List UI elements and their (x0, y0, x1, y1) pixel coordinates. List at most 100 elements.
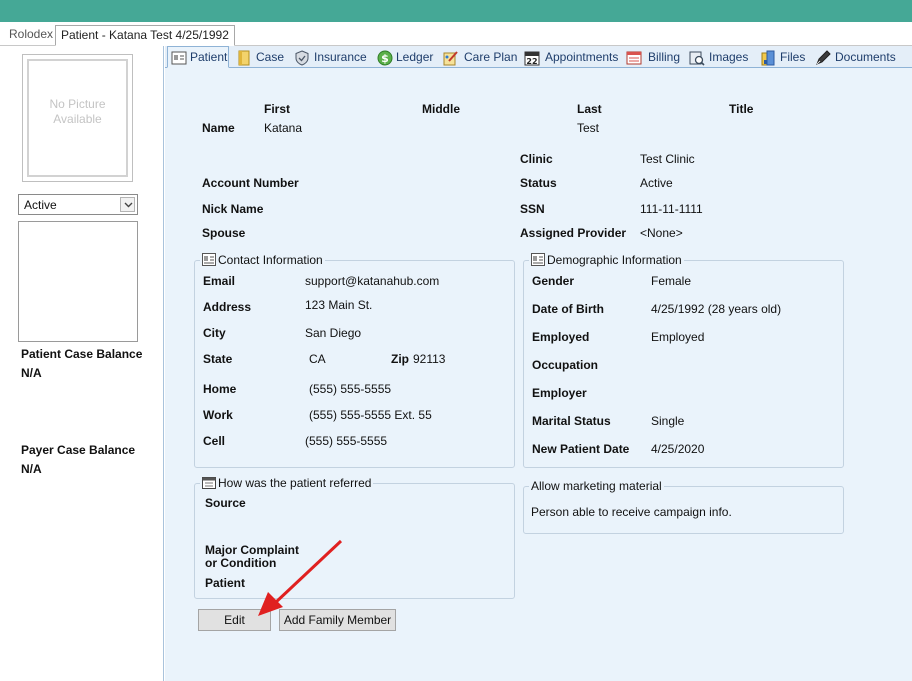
tab-appointments[interactable]: 22 Appointments (524, 48, 618, 67)
referral-calendar-icon (202, 477, 216, 490)
employed-value: Employed (651, 330, 705, 344)
patient-notes-box[interactable] (18, 221, 138, 342)
doc-tab-rolodex[interactable]: Rolodex (4, 25, 58, 46)
name-header-title: Title (729, 102, 754, 116)
clinic-label: Clinic (520, 152, 553, 166)
tab-insurance[interactable]: Insurance (294, 48, 367, 67)
svg-text:22: 22 (526, 57, 537, 66)
date-of-birth-label: Date of Birth (532, 302, 604, 316)
account-number-label: Account Number (202, 176, 299, 190)
chevron-down-icon[interactable] (120, 197, 135, 212)
left-panel: No Picture Available Active Patient Case… (0, 46, 164, 681)
tab-label: Billing (648, 50, 681, 64)
tab-label: Patient (190, 50, 228, 64)
new-patient-date-value: 4/25/2020 (651, 442, 705, 456)
patient-card-icon (171, 51, 187, 65)
tab-label: Documents (835, 50, 896, 64)
no-picture-text-2: Available (53, 112, 102, 126)
gender-value: Female (651, 274, 692, 288)
work-phone-label: Work (203, 408, 233, 422)
section-tab-strip: Patient Case Insurance $ Ledger Care Pla… (165, 46, 912, 68)
photo-placeholder: No Picture Available (27, 59, 128, 177)
work-phone-value: (555) 555-5555 Ext. 55 (309, 408, 432, 422)
referral-group: How was the patient referred Source Majo… (194, 476, 515, 599)
svg-text:$: $ (381, 52, 389, 65)
files-icon (761, 50, 775, 66)
address-value: 123 Main St. (305, 298, 373, 312)
cell-phone-value: (555) 555-5555 (305, 434, 388, 448)
pen-icon (816, 50, 831, 65)
add-family-member-button[interactable]: Add Family Member (279, 609, 396, 631)
case-folder-icon (238, 50, 250, 66)
name-header-middle: Middle (422, 102, 460, 116)
nick-name-label: Nick Name (202, 202, 264, 216)
demographic-information-title: Demographic Information (547, 253, 682, 267)
tab-label: Images (709, 50, 749, 64)
date-of-birth-value: 4/25/1992 (28 years old) (651, 302, 782, 316)
tab-label: Files (780, 50, 806, 64)
marketing-group: Allow marketing material Person able to … (523, 479, 844, 534)
email-value: support@katanahub.com (305, 274, 440, 288)
calendar-icon: 22 (524, 51, 540, 66)
payer-case-balance-label: Payer Case Balance (21, 443, 136, 457)
ssn-label: SSN (520, 202, 545, 216)
address-label: Address (203, 300, 252, 314)
tab-files[interactable]: Files (760, 48, 806, 67)
doc-tab-patient[interactable]: Patient - Katana Test 4/25/1992 (55, 25, 235, 46)
spouse-label: Spouse (202, 226, 246, 240)
assigned-provider-value: <None> (640, 226, 683, 240)
marital-status-label: Marital Status (532, 414, 611, 428)
document-tab-strip: Rolodex Patient - Katana Test 4/25/1992 (0, 22, 912, 46)
employer-label: Employer (532, 386, 587, 400)
patient-case-balance-label: Patient Case Balance (21, 347, 143, 361)
status-label: Status (520, 176, 557, 190)
name-header-last: Last (577, 102, 602, 116)
images-icon (689, 51, 705, 66)
tab-patient[interactable]: Patient (167, 46, 229, 68)
tab-billing[interactable]: Billing (626, 48, 681, 67)
home-phone-label: Home (203, 382, 237, 396)
marketing-title: Allow marketing material (529, 479, 664, 494)
referral-title: How was the patient referred (218, 476, 372, 490)
first-name-value: Katana (264, 121, 303, 135)
marketing-consent-text: Person able to receive campaign info. (531, 505, 732, 519)
no-picture-text: No Picture (49, 97, 106, 111)
contact-card-icon (202, 253, 216, 267)
tab-case[interactable]: Case (236, 48, 284, 67)
ssn-value: 111-11-1111 (640, 202, 703, 216)
clinic-value: Test Clinic (640, 152, 695, 166)
name-header-first: First (264, 102, 291, 116)
tab-ledger[interactable]: $ Ledger (377, 48, 435, 67)
tab-care-plan[interactable]: Care Plan (443, 48, 517, 67)
demographic-card-icon (531, 253, 545, 267)
new-patient-date-label: New Patient Date (532, 442, 630, 456)
zip-label: Zip (391, 352, 409, 366)
major-complaint-label: Major Complaint (205, 543, 300, 557)
tab-label: Insurance (314, 50, 367, 64)
status-dropdown[interactable]: Active (18, 194, 138, 215)
zip-value: 92113 (413, 352, 446, 366)
email-label: Email (203, 274, 236, 288)
name-label: Name (202, 121, 235, 135)
edit-button[interactable]: Edit (198, 609, 271, 631)
city-label: City (203, 326, 226, 340)
state-label: State (203, 352, 233, 366)
tab-label: Care Plan (464, 50, 518, 64)
cell-phone-label: Cell (203, 434, 226, 448)
home-phone-value: (555) 555-5555 (309, 382, 392, 396)
status-value: Active (640, 176, 673, 190)
occupation-label: Occupation (532, 358, 599, 372)
demographic-information-group: Demographic Information Gender Female Da… (523, 253, 844, 468)
patient-photo[interactable]: No Picture Available (22, 54, 133, 182)
tab-label: Appointments (545, 50, 619, 64)
gender-label: Gender (532, 274, 575, 288)
dollar-icon: $ (377, 50, 393, 66)
tab-label: Ledger (396, 50, 434, 64)
referral-patient-label: Patient (205, 576, 246, 590)
contact-information-group: Contact Information Email support@katana… (194, 253, 515, 468)
assigned-provider-label: Assigned Provider (520, 226, 627, 240)
tab-documents[interactable]: Documents (815, 48, 896, 67)
source-label: Source (205, 496, 246, 510)
tab-images[interactable]: Images (689, 48, 749, 67)
employed-label: Employed (532, 330, 590, 344)
